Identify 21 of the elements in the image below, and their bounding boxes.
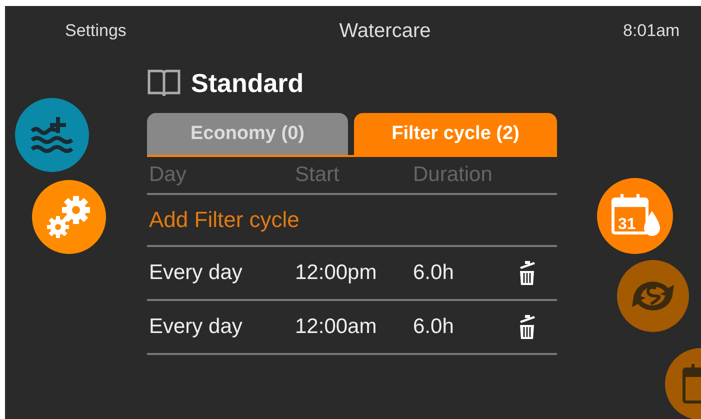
start-cell-text: 12:00pm: [295, 261, 378, 285]
settings-label[interactable]: Settings: [65, 21, 225, 41]
book-icon: [147, 68, 181, 98]
clock-time: 8:01am: [623, 21, 680, 41]
add-filter-cycle-link[interactable]: Add Filter cycle: [149, 207, 300, 233]
trash-icon[interactable]: [517, 314, 537, 340]
start-cell-text: 12:00am: [295, 315, 378, 339]
waves-plus-icon: [30, 115, 74, 155]
screen-title: Watercare: [338, 20, 432, 42]
mode-title: Standard: [191, 68, 304, 98]
duration-cell-text: 6.0h: [413, 261, 455, 285]
column-header: Start: [295, 163, 340, 187]
day-cell-text: Every day: [149, 261, 244, 285]
calendar-drop-button[interactable]: 31: [597, 178, 673, 254]
tab[interactable]: Filter cycle (2): [354, 113, 557, 155]
column-header: Duration: [413, 163, 494, 187]
duration-cell-text: 6.0h: [413, 315, 455, 339]
column-header: Day: [149, 163, 188, 187]
day-cell-text: Every day: [149, 315, 244, 339]
trash-icon[interactable]: [517, 260, 537, 286]
tab[interactable]: Economy (0): [147, 113, 348, 155]
